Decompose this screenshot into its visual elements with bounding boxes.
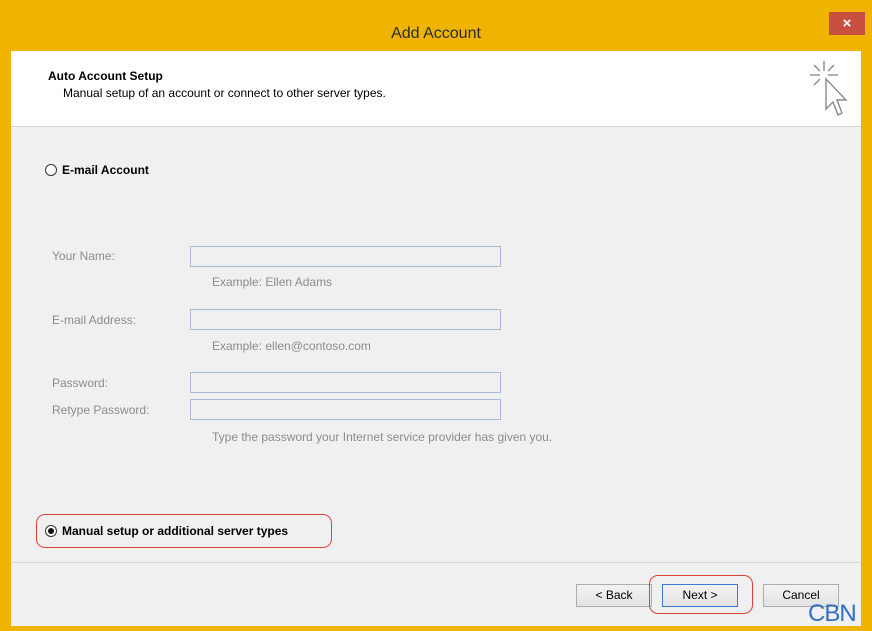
manual-setup-radio[interactable]: Manual setup or additional server types bbox=[45, 524, 288, 538]
manual-setup-radio-circle[interactable] bbox=[45, 525, 57, 537]
next-button[interactable]: Next > bbox=[662, 584, 738, 607]
watermark-logo: CBN bbox=[808, 600, 857, 627]
email-account-label: E-mail Account bbox=[62, 163, 149, 177]
password-label: Password: bbox=[52, 376, 109, 390]
password-input[interactable] bbox=[190, 372, 501, 393]
email-address-label: E-mail Address: bbox=[52, 313, 137, 327]
header-subtitle: Manual setup of an account or connect to… bbox=[63, 86, 386, 100]
close-button[interactable]: × bbox=[829, 12, 865, 35]
retype-password-label: Retype Password: bbox=[52, 403, 150, 417]
header-title: Auto Account Setup bbox=[48, 69, 163, 83]
email-address-hint: Example: ellen@contoso.com bbox=[212, 339, 371, 353]
title-bar[interactable]: Add Account × bbox=[0, 0, 872, 52]
header-panel: Auto Account Setup Manual setup of an ac… bbox=[11, 51, 861, 127]
your-name-hint: Example: Ellen Adams bbox=[212, 275, 333, 289]
password-hint: Type the password your Internet service … bbox=[212, 430, 553, 444]
manual-setup-label: Manual setup or additional server types bbox=[62, 524, 289, 538]
dialog-client-area: Auto Account Setup Manual setup of an ac… bbox=[11, 51, 861, 626]
window-title: Add Account bbox=[391, 25, 481, 42]
close-icon: × bbox=[842, 15, 852, 32]
back-button[interactable]: < Back bbox=[576, 584, 652, 607]
email-account-radio[interactable]: E-mail Account bbox=[45, 163, 149, 177]
your-name-input[interactable] bbox=[190, 246, 501, 267]
your-name-label: Your Name: bbox=[52, 249, 115, 263]
email-address-input[interactable] bbox=[190, 309, 501, 330]
cursor-click-icon bbox=[810, 61, 848, 116]
email-account-radio-circle[interactable] bbox=[45, 164, 57, 176]
footer-separator bbox=[11, 562, 861, 563]
retype-password-input[interactable] bbox=[190, 399, 501, 420]
add-account-window: Add Account × Auto Account Setup Manual … bbox=[0, 0, 872, 631]
